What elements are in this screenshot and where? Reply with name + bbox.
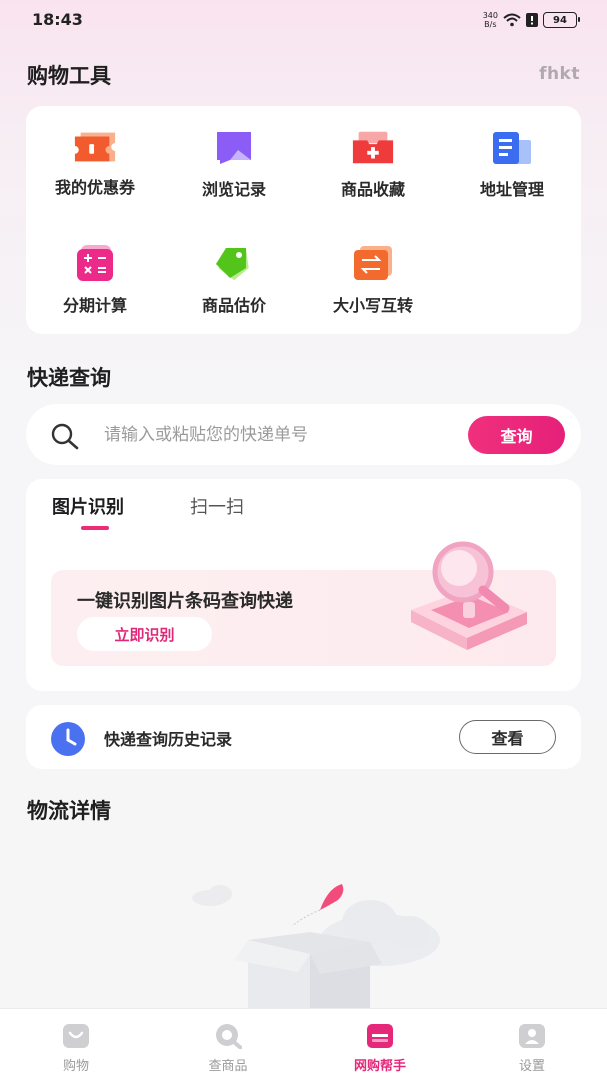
express-query-title: 快递查询 xyxy=(27,366,111,390)
brand-watermark: fhkt xyxy=(539,64,580,84)
status-bar: 18:43 340 B/s 94 xyxy=(0,0,607,40)
convert-icon xyxy=(351,244,395,282)
tool-label: 商品估价 xyxy=(201,296,266,315)
tool-browse-history[interactable]: 浏览记录 xyxy=(165,106,303,199)
tool-case-convert[interactable]: 大小写互转 xyxy=(304,220,442,315)
tool-address[interactable]: 地址管理 xyxy=(443,106,581,199)
nav-settings[interactable]: 设置 xyxy=(456,1009,607,1080)
query-button[interactable]: 查询 xyxy=(468,416,565,454)
nav-search-product[interactable]: 查商品 xyxy=(152,1009,304,1080)
image-recognition-banner[interactable]: 一键识别图片条码查询快递 立即识别 xyxy=(51,541,556,666)
search-product-icon xyxy=(214,1023,243,1050)
magnifier-illustration xyxy=(391,540,531,664)
history-label: 快递查询历史记录 xyxy=(104,730,233,749)
helper-icon xyxy=(366,1023,394,1049)
logistics-title: 物流详情 xyxy=(27,799,111,823)
nav-shopping[interactable]: 购物 xyxy=(0,1009,152,1080)
battery-icon: 94 xyxy=(543,12,580,28)
tool-favorites[interactable]: 商品收藏 xyxy=(304,106,442,199)
tool-label: 商品收藏 xyxy=(340,180,405,199)
tool-installment-calculator[interactable]: 分期计算 xyxy=(26,220,164,315)
tool-label: 浏览记录 xyxy=(201,180,266,199)
shopping-tools-card: 我的优惠券 浏览记录 商品收藏 地址管理 分期计算 商品估价 大小写互转 xyxy=(26,106,581,334)
nav-label: 查商品 xyxy=(208,1059,248,1074)
search-icon xyxy=(50,422,80,454)
browse-history-icon xyxy=(212,130,256,166)
favorites-icon xyxy=(351,130,395,166)
nav-label: 设置 xyxy=(518,1059,545,1074)
clock-icon xyxy=(50,721,86,761)
network-speed: 340 B/s xyxy=(482,11,498,29)
shopping-tools-title: 购物工具 xyxy=(27,64,111,88)
tool-coupon[interactable]: 我的优惠券 xyxy=(26,106,164,197)
tool-label: 分期计算 xyxy=(62,296,127,315)
address-icon xyxy=(490,130,534,166)
coupon-icon xyxy=(73,130,117,164)
view-history-button[interactable]: 查看 xyxy=(459,720,556,754)
tool-label: 我的优惠券 xyxy=(54,178,135,197)
bottom-nav: 购物 查商品 网购帮手 设置 xyxy=(0,1008,607,1080)
tool-price-estimate[interactable]: 商品估价 xyxy=(165,220,303,315)
status-time: 18:43 xyxy=(32,10,83,29)
tab-image-recognition[interactable]: 图片识别 xyxy=(52,493,124,519)
tracking-number-input[interactable] xyxy=(104,420,464,450)
express-search-bar: 查询 xyxy=(26,404,581,465)
recognition-card: 图片识别 扫一扫 一键识别图片条码查询快递 立即识别 xyxy=(26,479,581,691)
active-tab-indicator xyxy=(81,526,109,530)
price-tag-icon xyxy=(212,244,256,282)
nav-label: 网购帮手 xyxy=(353,1059,406,1074)
calculator-icon xyxy=(73,244,117,282)
status-indicators: 340 B/s 94 xyxy=(482,11,580,29)
nav-label: 购物 xyxy=(62,1059,89,1074)
nav-shopping-helper[interactable]: 网购帮手 xyxy=(304,1009,456,1080)
recognize-now-button[interactable]: 立即识别 xyxy=(77,617,212,651)
tool-label: 地址管理 xyxy=(479,180,544,199)
empty-box-illustration xyxy=(170,870,450,1014)
settings-user-icon xyxy=(518,1023,546,1049)
express-history-card[interactable]: 快递查询历史记录 查看 xyxy=(26,705,581,769)
wifi-icon xyxy=(503,13,521,27)
tool-label: 大小写互转 xyxy=(332,296,413,315)
tab-scan[interactable]: 扫一扫 xyxy=(190,493,244,519)
recognition-title: 一键识别图片条码查询快递 xyxy=(77,591,293,612)
notification-alert-icon xyxy=(526,13,538,27)
shopping-bag-icon xyxy=(62,1023,90,1049)
